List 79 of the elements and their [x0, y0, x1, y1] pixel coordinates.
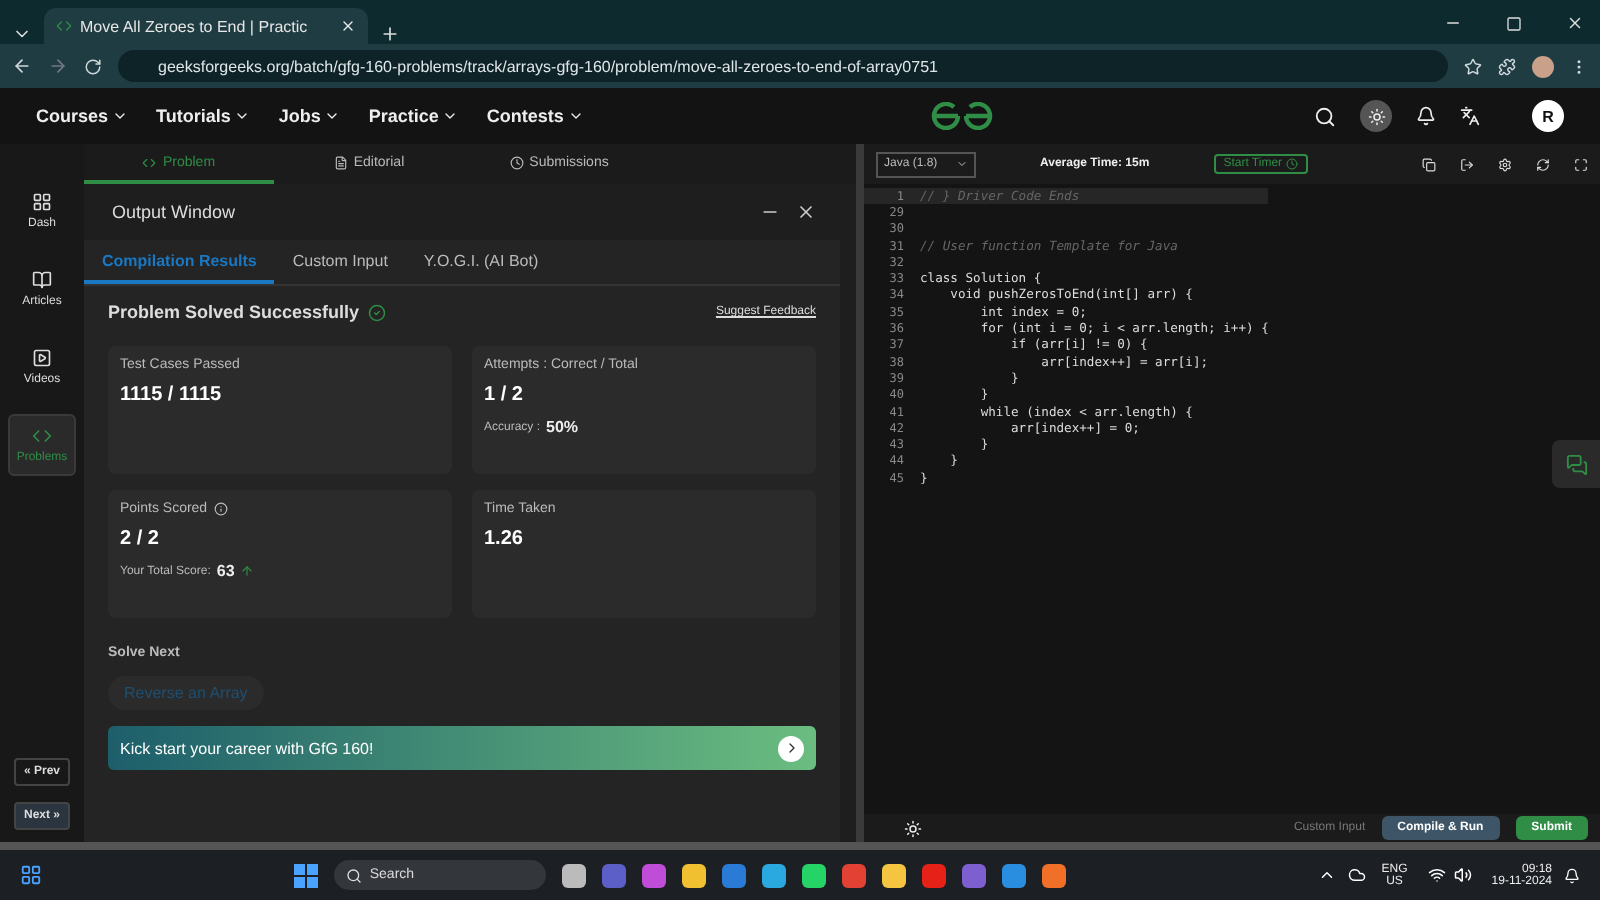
app-icon[interactable] [761, 863, 786, 887]
sun-icon [1367, 107, 1386, 125]
reset-icon[interactable] [1536, 157, 1550, 171]
close-icon[interactable] [1566, 14, 1584, 32]
app-icon[interactable] [681, 863, 706, 887]
chevron-down-icon [442, 108, 459, 124]
promo-banner[interactable]: Kick start your career with GfG 160! [108, 726, 816, 770]
forward-icon[interactable] [48, 56, 68, 76]
bookmark-icon[interactable] [1464, 57, 1482, 75]
clock-icon [1286, 158, 1299, 170]
nav-menu[interactable]: Courses [36, 106, 129, 126]
bell-icon[interactable] [1416, 106, 1437, 126]
chevron-down-icon [567, 108, 584, 124]
chevron-down-icon [234, 108, 251, 124]
profile-icon[interactable] [1532, 55, 1554, 77]
check-icon [367, 303, 386, 321]
nav-menu[interactable]: Contests [486, 106, 584, 126]
window-title: Output Window [112, 202, 236, 222]
bell-icon[interactable] [1564, 867, 1581, 883]
wifi-icon[interactable] [1427, 866, 1446, 884]
close-icon[interactable] [796, 202, 816, 222]
app-icon[interactable] [641, 863, 666, 887]
copy-icon[interactable] [1422, 157, 1436, 171]
code-icon [142, 155, 157, 169]
cloud-icon[interactable] [1347, 866, 1366, 884]
widgets-icon[interactable] [20, 864, 42, 886]
fullscreen-icon[interactable] [1574, 157, 1588, 171]
theme-button[interactable] [1360, 100, 1393, 132]
document-icon [333, 155, 348, 169]
card-value: 1 / 2 [484, 384, 525, 406]
video-icon [32, 348, 52, 368]
nav-menu[interactable]: Practice [368, 106, 459, 126]
app-icon[interactable] [881, 863, 906, 887]
maximize-icon[interactable] [1506, 16, 1522, 32]
sun-icon[interactable] [904, 819, 922, 837]
search-icon [345, 867, 362, 883]
clock-icon [509, 155, 524, 169]
card-value: 1.26 [484, 528, 525, 550]
card-value: 1115 / 1115 [120, 384, 224, 406]
caret-icon [956, 158, 968, 170]
tray-icon[interactable] [1317, 866, 1336, 884]
app-icon[interactable] [561, 863, 586, 887]
search-icon[interactable] [1314, 105, 1337, 127]
next-button[interactable] [778, 735, 804, 761]
nav-menu[interactable]: Jobs [278, 106, 341, 126]
browser-tab[interactable]: Move All Zeroes to End | Practic [44, 8, 368, 44]
logo-icon [928, 102, 997, 130]
volume-icon[interactable] [1453, 866, 1472, 884]
app-icon[interactable] [1001, 863, 1026, 887]
card-value: 2 / 2 [120, 528, 161, 550]
site-icon [56, 18, 72, 34]
chevron-down-icon [112, 108, 129, 124]
back-icon[interactable] [12, 56, 32, 76]
grid-icon [32, 192, 52, 212]
app-icon[interactable] [1041, 863, 1066, 887]
close-icon[interactable] [340, 18, 356, 34]
app-icon[interactable] [801, 863, 826, 887]
reload-icon[interactable] [84, 57, 102, 75]
avatar[interactable]: R [1532, 100, 1565, 132]
book-icon [32, 270, 52, 290]
tab-title: Move All Zeroes to End | Practic [80, 17, 310, 35]
chevron-down-icon [324, 108, 341, 124]
new-tab-icon[interactable] [380, 24, 400, 44]
start-icon[interactable] [293, 863, 318, 887]
output-tab[interactable]: Y.O.G.I. (AI Bot) [405, 240, 557, 284]
translate-icon[interactable] [1460, 106, 1481, 126]
nav-menu[interactable]: Tutorials [156, 106, 251, 126]
chat-button[interactable] [1552, 440, 1600, 488]
note-value: 50% [546, 418, 579, 436]
banner-text: Kick start your career with GfG 160! [120, 739, 374, 757]
address-bar[interactable]: geeksforgeeks.org/batch/gfg-160-problems/track/arrays-gfg-160/problem/move-all-zeroes-to-end-of-array0751 [118, 50, 1448, 82]
code-icon [32, 426, 52, 446]
exit-icon[interactable] [1460, 157, 1474, 171]
status-text: Problem Solved Successfully [108, 302, 360, 322]
output-tab[interactable]: Custom Input [274, 240, 406, 284]
settings-icon[interactable] [1498, 157, 1512, 171]
chat-icon [1565, 453, 1587, 475]
note-value: 63 [216, 562, 235, 580]
extensions-icon[interactable] [1498, 57, 1516, 75]
